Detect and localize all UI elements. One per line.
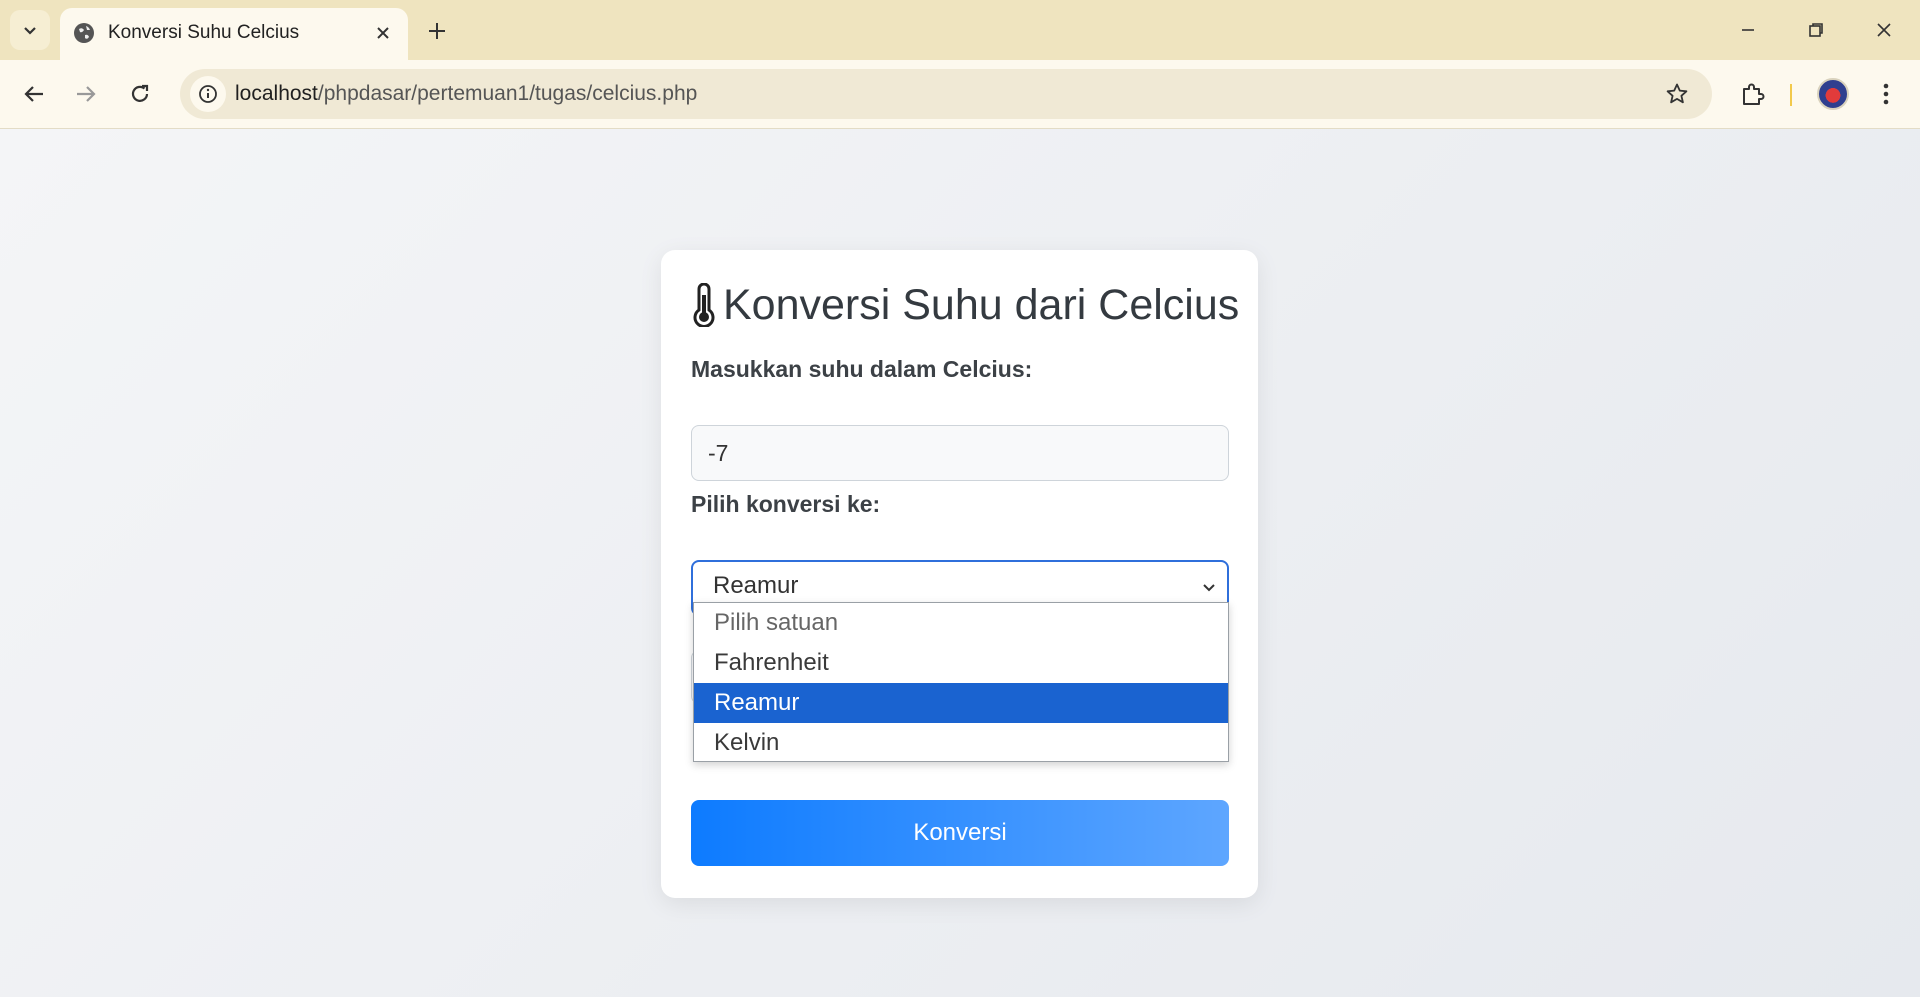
page-viewport: Konversi Suhu dari Celcius Masukkan suhu… bbox=[0, 129, 1920, 997]
url-host: localhost bbox=[235, 82, 318, 105]
unit-dropdown-list: Pilih satuan Fahrenheit Reamur Kelvin bbox=[693, 602, 1229, 762]
celsius-value: -7 bbox=[708, 439, 729, 466]
option-placeholder[interactable]: Pilih satuan bbox=[694, 603, 1228, 643]
option-kelvin[interactable]: Kelvin bbox=[694, 723, 1228, 763]
profile-avatar[interactable] bbox=[1817, 78, 1849, 110]
back-button[interactable] bbox=[12, 72, 56, 116]
site-info-button[interactable] bbox=[190, 76, 226, 112]
restore-icon bbox=[1809, 23, 1823, 37]
puzzle-icon bbox=[1743, 83, 1765, 105]
convert-label: Pilih konversi ke: bbox=[691, 491, 881, 517]
reload-button[interactable] bbox=[118, 72, 162, 116]
toolbar-divider bbox=[1790, 84, 1792, 106]
chevron-down-icon bbox=[24, 27, 36, 35]
minimize-icon bbox=[1742, 29, 1754, 31]
info-icon bbox=[199, 85, 217, 103]
bookmark-button[interactable] bbox=[1662, 79, 1692, 109]
address-bar[interactable]: localhost/phpdasar/pertemuan1/tugas/celc… bbox=[180, 69, 1712, 119]
tab-search-button[interactable] bbox=[10, 10, 50, 50]
browser-toolbar: localhost/phpdasar/pertemuan1/tugas/celc… bbox=[0, 60, 1920, 129]
browser-titlebar: Konversi Suhu Celcius bbox=[0, 0, 1920, 60]
celsius-label: Masukkan suhu dalam Celcius: bbox=[691, 356, 1033, 382]
kebab-menu-icon bbox=[1883, 83, 1889, 105]
tab-title: Konversi Suhu Celcius bbox=[108, 22, 300, 43]
url-path: /phpdasar/pertemuan1/tugas/celcius.php bbox=[317, 82, 698, 105]
extensions-button[interactable] bbox=[1733, 74, 1773, 114]
star-icon bbox=[1666, 83, 1688, 104]
converter-card: Konversi Suhu dari Celcius Masukkan suhu… bbox=[661, 250, 1258, 898]
arrow-right-icon bbox=[77, 86, 96, 102]
close-window-button[interactable] bbox=[1850, 0, 1918, 60]
convert-button[interactable]: Konversi bbox=[691, 800, 1229, 866]
page-title-text: Konversi Suhu dari Celcius bbox=[723, 280, 1240, 329]
chevron-down-icon bbox=[1203, 584, 1215, 592]
browser-menu-button[interactable] bbox=[1866, 74, 1906, 114]
browser-tab-active[interactable]: Konversi Suhu Celcius bbox=[60, 8, 408, 60]
restore-button[interactable] bbox=[1782, 0, 1850, 60]
reload-icon bbox=[131, 84, 149, 102]
close-icon bbox=[1877, 23, 1891, 37]
thermometer-icon bbox=[693, 283, 715, 327]
arrow-left-icon bbox=[24, 86, 43, 102]
plus-icon bbox=[429, 23, 445, 39]
forward-button[interactable] bbox=[64, 72, 108, 116]
globe-icon bbox=[74, 23, 94, 43]
new-tab-button[interactable] bbox=[418, 12, 456, 50]
option-reamur[interactable]: Reamur bbox=[694, 683, 1228, 723]
page-title: Konversi Suhu dari Celcius bbox=[691, 280, 1239, 330]
url-text: localhost/phpdasar/pertemuan1/tugas/celc… bbox=[235, 82, 697, 106]
unit-select-value: Reamur bbox=[713, 572, 799, 599]
tab-close-button[interactable] bbox=[368, 18, 398, 48]
option-fahrenheit[interactable]: Fahrenheit bbox=[694, 643, 1228, 683]
close-icon bbox=[377, 27, 389, 39]
minimize-button[interactable] bbox=[1714, 0, 1782, 60]
celsius-input[interactable]: -7 bbox=[691, 425, 1229, 481]
